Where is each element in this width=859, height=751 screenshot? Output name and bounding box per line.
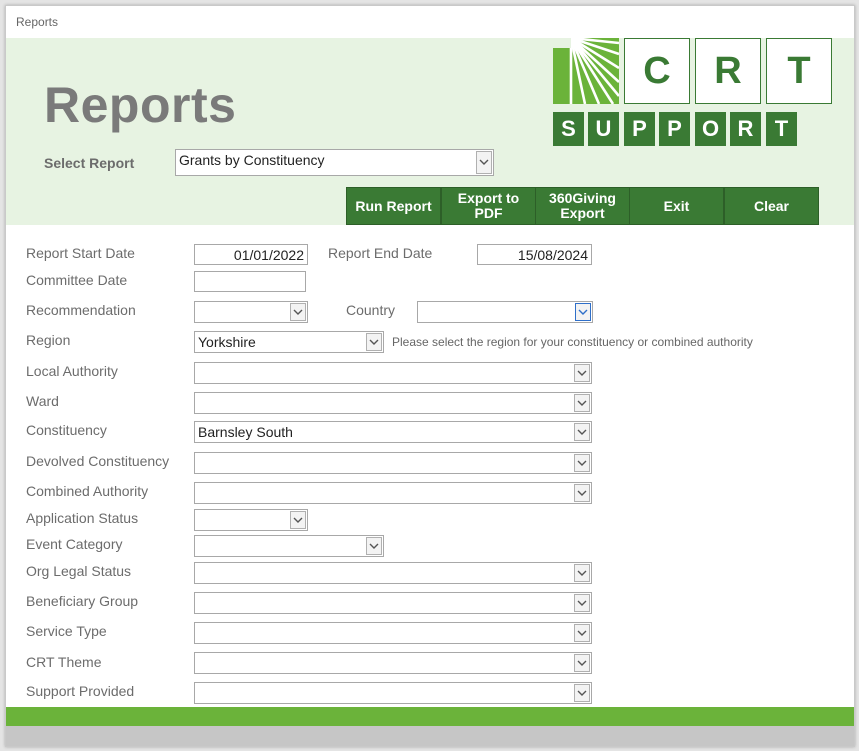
page-title: Reports [44, 77, 237, 133]
logo-support-tile: P [624, 112, 655, 146]
logo-support-tile: R [730, 112, 761, 146]
local-authority-dropdown[interactable] [194, 362, 592, 384]
region-label: Region [26, 332, 71, 348]
constituency-label: Constituency [26, 422, 107, 438]
exit-button[interactable]: Exit [629, 187, 724, 225]
committee-date-field[interactable] [194, 271, 306, 292]
logo-letter-r: R [695, 38, 761, 104]
chevron-down-icon[interactable] [574, 484, 590, 502]
report-end-date-field[interactable]: 15/08/2024 [477, 244, 592, 265]
chevron-down-icon[interactable] [574, 564, 590, 582]
select-report-label: Select Report [44, 155, 135, 171]
reports-window: Reports Reports Select Report Grants by … [5, 5, 855, 747]
constituency-value: Barnsley South [198, 424, 293, 440]
application-status-label: Application Status [26, 510, 139, 526]
chevron-down-icon[interactable] [574, 624, 590, 642]
logo-support-tile: U [588, 112, 619, 146]
region-hint: Please select the region for your consti… [392, 335, 753, 349]
service-type-dropdown[interactable] [194, 622, 592, 644]
recommendation-label: Recommendation [26, 302, 136, 318]
ward-dropdown[interactable] [194, 392, 592, 414]
report-start-date-value: 01/01/2022 [233, 247, 304, 263]
logo-support-tile: O [695, 112, 726, 146]
select-report-value: Grants by Constituency [179, 152, 325, 168]
devolved-constituency-label: Devolved Constituency [26, 453, 170, 469]
country-label: Country [346, 302, 396, 318]
committee-date-label: Committee Date [26, 272, 128, 288]
logo-letter-t: T [766, 38, 832, 104]
constituency-dropdown[interactable]: Barnsley South [194, 421, 592, 443]
combined-authority-label: Combined Authority [26, 483, 149, 499]
combined-authority-dropdown[interactable] [194, 482, 592, 504]
run-report-button[interactable]: Run Report [346, 187, 441, 225]
ward-label: Ward [26, 393, 59, 409]
local-authority-label: Local Authority [26, 363, 118, 379]
chevron-down-icon[interactable] [574, 364, 590, 382]
devolved-constituency-dropdown[interactable] [194, 452, 592, 474]
chevron-down-icon[interactable] [476, 151, 492, 174]
clear-button[interactable]: Clear [724, 187, 819, 225]
sunburst-icon [553, 38, 619, 104]
report-end-date-value: 15/08/2024 [517, 247, 588, 263]
org-legal-status-dropdown[interactable] [194, 562, 592, 584]
chevron-down-icon[interactable] [574, 594, 590, 612]
crt-theme-dropdown[interactable] [194, 652, 592, 674]
logo-support-tile: T [766, 112, 797, 146]
chevron-down-icon[interactable] [574, 394, 590, 412]
report-start-date-field[interactable]: 01/01/2022 [194, 244, 308, 265]
event-category-label: Event Category [26, 536, 123, 552]
chevron-down-icon[interactable] [575, 303, 591, 321]
logo-support-tile: S [553, 112, 584, 146]
logo-letter-c: C [624, 38, 690, 104]
recommendation-dropdown[interactable] [194, 301, 308, 323]
crt-support-logo: C R T S U P P O R T [553, 38, 835, 148]
export-360giving-button[interactable]: 360Giving Export [535, 187, 630, 225]
chevron-down-icon[interactable] [366, 537, 382, 555]
chevron-down-icon[interactable] [574, 423, 590, 441]
chevron-down-icon[interactable] [290, 511, 306, 529]
select-report-dropdown[interactable]: Grants by Constituency [175, 149, 494, 176]
beneficiary-group-label: Beneficiary Group [26, 593, 139, 609]
export-pdf-button[interactable]: Export to PDF [441, 187, 536, 225]
chevron-down-icon[interactable] [574, 684, 590, 702]
region-value: Yorkshire [198, 334, 256, 350]
crt-theme-label: CRT Theme [26, 654, 102, 670]
footer-green-bar [6, 707, 854, 726]
event-category-dropdown[interactable] [194, 535, 384, 557]
logo-support-tile: P [659, 112, 690, 146]
support-provided-label: Support Provided [26, 683, 135, 699]
service-type-label: Service Type [26, 623, 107, 639]
footer-status-bar [6, 726, 854, 746]
org-legal-status-label: Org Legal Status [26, 563, 132, 579]
support-provided-dropdown[interactable] [194, 682, 592, 704]
region-dropdown[interactable]: Yorkshire [194, 331, 384, 353]
chevron-down-icon[interactable] [574, 654, 590, 672]
beneficiary-group-dropdown[interactable] [194, 592, 592, 614]
chevron-down-icon[interactable] [366, 333, 382, 351]
chevron-down-icon[interactable] [574, 454, 590, 472]
chevron-down-icon[interactable] [290, 303, 306, 321]
country-dropdown[interactable] [417, 301, 593, 323]
window-tab-title[interactable]: Reports [16, 15, 58, 29]
report-start-date-label: Report Start Date [26, 245, 135, 261]
application-status-dropdown[interactable] [194, 509, 308, 531]
report-end-date-label: Report End Date [328, 245, 433, 261]
